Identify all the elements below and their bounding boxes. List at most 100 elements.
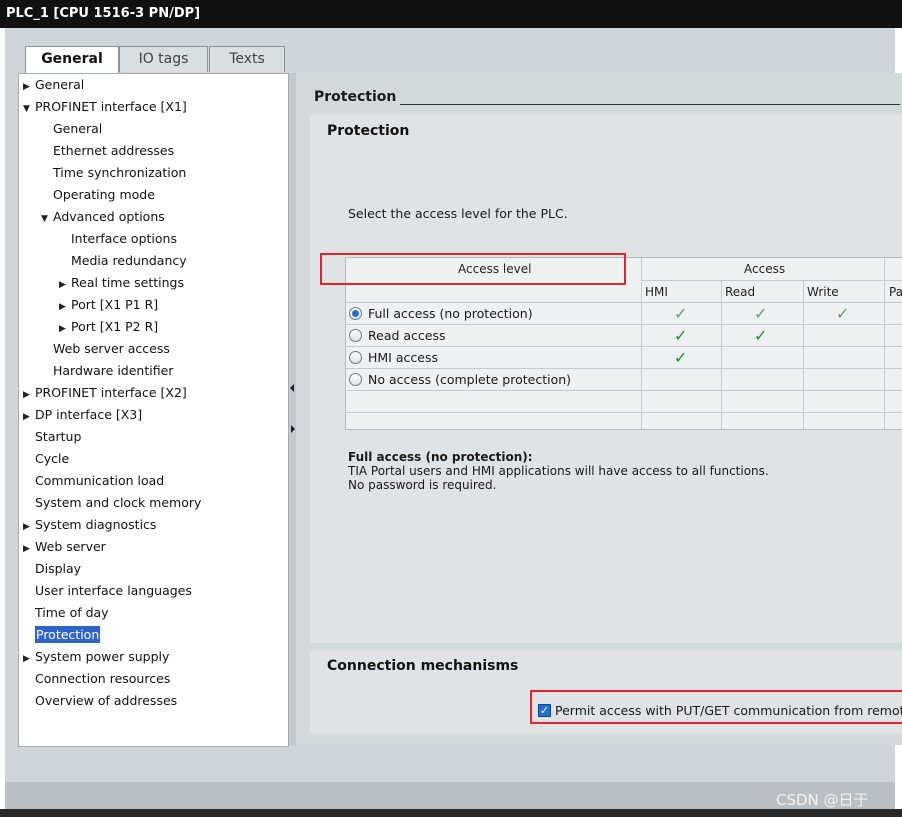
row-rule (346, 412, 902, 413)
nav-item-label: Ethernet addresses (53, 143, 175, 158)
nav-item[interactable]: User interface languages (23, 580, 192, 602)
nav-item-label: Time synchronization (53, 165, 187, 180)
nav-item[interactable]: Startup (23, 426, 81, 448)
nav-item-label: Startup (35, 429, 82, 444)
radio-full-access[interactable] (349, 307, 362, 320)
nav-item[interactable]: ▼ Advanced options (41, 206, 165, 228)
nav-item[interactable]: Ethernet addresses (41, 140, 174, 162)
nav-item-label: General (35, 77, 85, 92)
check-icon: ✓ (674, 304, 688, 323)
nav-item-label: PROFINET interface [X1] (35, 99, 187, 114)
nav-item[interactable]: Time synchronization (41, 162, 186, 184)
expand-arrow-icon[interactable]: ▶ (59, 274, 71, 296)
collapse-arrow-icon[interactable]: ▼ (23, 98, 35, 120)
expand-arrow-icon[interactable]: ▶ (59, 296, 71, 318)
nav-item[interactable]: General (41, 118, 102, 140)
column-pass: Pass (889, 285, 902, 299)
nav-item-label: Web server access (53, 341, 170, 356)
radio-read-access[interactable] (349, 329, 362, 342)
nav-item[interactable]: Time of day (23, 602, 109, 624)
protection-title: Protection (327, 123, 410, 139)
description-line: TIA Portal users and HMI applications wi… (348, 464, 769, 478)
nav-item-label: Operating mode (53, 187, 155, 202)
expand-arrow-icon[interactable]: ▶ (23, 406, 35, 428)
nav-item-label: User interface languages (35, 583, 192, 598)
instruction-text: Select the access level for the PLC. (348, 206, 568, 221)
nav-item-label: Cycle (35, 451, 70, 466)
nav-item-label: Media redundancy (71, 253, 187, 268)
expand-arrow-icon[interactable]: ▶ (23, 76, 35, 98)
nav-item[interactable]: ▶ PROFINET interface [X2] (23, 382, 187, 404)
description-line: No password is required. (348, 478, 497, 492)
tab-texts[interactable]: Texts (209, 46, 285, 72)
window-title: PLC_1 [CPU 1516-3 PN/DP] (6, 6, 201, 21)
radio-no-access[interactable] (349, 373, 362, 386)
tab-general[interactable]: General (25, 46, 119, 73)
nav-item[interactable]: ▼ PROFINET interface [X1] (23, 96, 187, 118)
tab-io-tags[interactable]: IO tags (119, 46, 208, 72)
nav-item[interactable]: Operating mode (41, 184, 155, 206)
nav-item[interactable]: Media redundancy (59, 250, 187, 272)
connection-title: Connection mechanisms (327, 658, 519, 674)
expand-arrow-icon[interactable]: ▶ (23, 384, 35, 406)
nav-item-label: System diagnostics (35, 517, 157, 532)
section-rule (400, 104, 900, 105)
radio-hmi-access[interactable] (349, 351, 362, 364)
collapse-left-icon[interactable] (290, 384, 294, 392)
check-icon: ✓ (754, 326, 768, 345)
bottom-border (0, 809, 902, 817)
access-row-read[interactable]: Read access (346, 325, 641, 347)
nav-item[interactable]: ▶ Port [X1 P1 R] (59, 294, 158, 316)
expand-arrow-icon[interactable]: ▶ (23, 538, 35, 560)
nav-item[interactable]: Interface options (59, 228, 177, 250)
nav-item[interactable]: Cycle (23, 448, 69, 470)
nav-item[interactable]: ▶ Web server (23, 536, 106, 558)
highlight-putget (530, 690, 902, 724)
content-area: Protection Protection Select the access … (296, 73, 902, 745)
nav-item-label: Protection (35, 626, 101, 643)
column-hmi: HMI (645, 285, 668, 299)
column-write: Write (807, 285, 839, 299)
expand-right-icon[interactable] (291, 425, 295, 433)
nav-item-label: Advanced options (53, 209, 165, 224)
nav-item[interactable]: ▶ Port [X1 P2 R] (59, 316, 158, 338)
expand-arrow-icon[interactable]: ▶ (23, 516, 35, 538)
protection-panel: Protection Select the access level for t… (310, 115, 902, 643)
nav-item[interactable]: Display (23, 558, 81, 580)
nav-item[interactable]: System and clock memory (23, 492, 201, 514)
check-icon: ✓ (674, 326, 688, 345)
nav-item[interactable]: ▶ DP interface [X3] (23, 404, 142, 426)
nav-item-label: Port [X1 P2 R] (71, 319, 159, 334)
expand-arrow-icon[interactable]: ▶ (23, 648, 35, 670)
nav-item-label: Connection resources (35, 671, 171, 686)
navigation-tree: ▶ General ▼ PROFINET interface [X1] General E… (18, 73, 289, 747)
label-no-access: No access (complete protection) (368, 372, 572, 387)
header-divider (641, 280, 902, 281)
nav-item[interactable]: Web server access (41, 338, 170, 360)
nav-item-label: PROFINET interface [X2] (35, 385, 187, 400)
column-divider (641, 258, 642, 429)
nav-item[interactable]: Connection resources (23, 668, 170, 690)
nav-item[interactable]: Protection (23, 624, 101, 646)
column-read: Read (725, 285, 756, 299)
nav-item[interactable]: ▶ System power supply (23, 646, 169, 668)
nav-item[interactable]: Overview of addresses (23, 690, 177, 712)
nav-item-label: Port [X1 P1 R] (71, 297, 159, 312)
nav-item[interactable]: ▶ Real time settings (59, 272, 184, 294)
label-full-access: Full access (no protection) (368, 306, 533, 321)
nav-item-label: System and clock memory (35, 495, 202, 510)
nav-item[interactable]: ▶ System diagnostics (23, 514, 156, 536)
access-row-full[interactable]: Full access (no protection) (346, 303, 641, 325)
highlight-full-access (320, 253, 626, 285)
collapse-arrow-icon[interactable]: ▼ (41, 208, 53, 230)
nav-item[interactable]: Communication load (23, 470, 164, 492)
access-row-none[interactable]: No access (complete protection) (346, 369, 641, 391)
label-hmi-access: HMI access (368, 350, 438, 365)
nav-item[interactable]: Hardware identifier (41, 360, 173, 382)
access-row-hmi[interactable]: HMI access (346, 347, 641, 369)
nav-item-label: Hardware identifier (53, 363, 174, 378)
expand-arrow-icon[interactable]: ▶ (59, 318, 71, 340)
column-divider (884, 258, 885, 429)
check-icon: ✓ (754, 304, 768, 323)
nav-item[interactable]: ▶ General (23, 74, 84, 96)
